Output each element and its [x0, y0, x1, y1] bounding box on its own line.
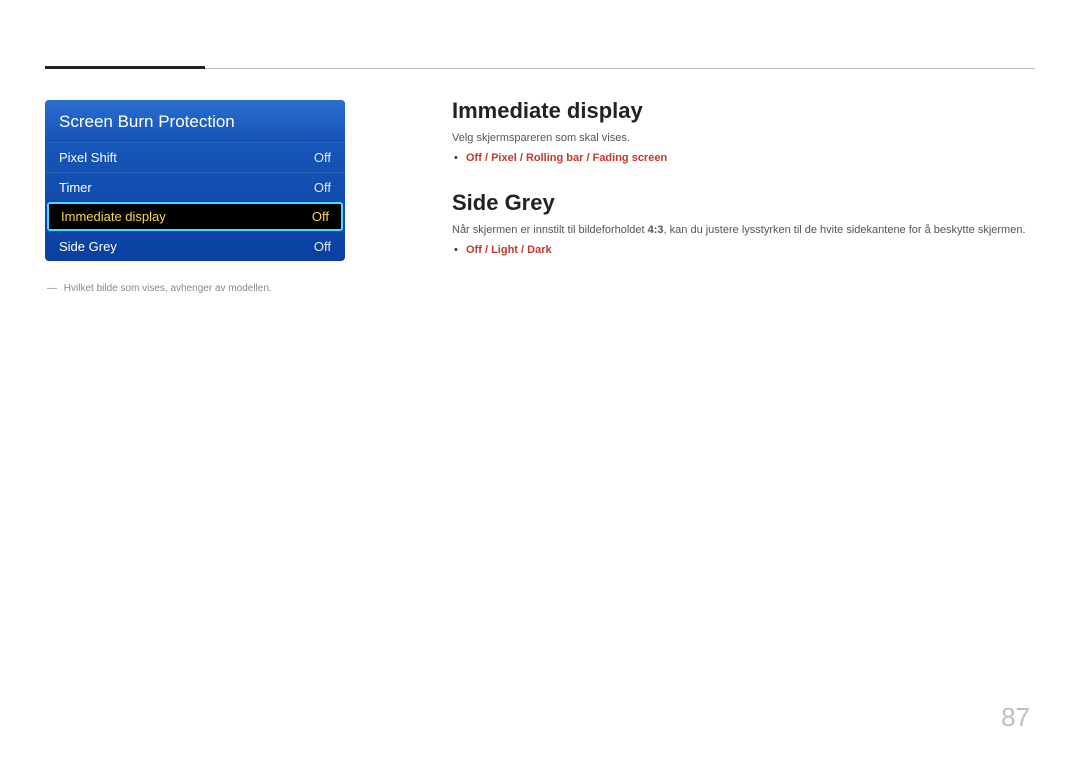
- menu-row-immediate-display[interactable]: Immediate display Off: [47, 202, 343, 231]
- desc-part: , kan du justere lysstyrken til de hvite…: [664, 224, 1026, 236]
- footnote-text: Hvilket bilde som vises, avhenger av mod…: [64, 283, 272, 294]
- menu-row-label: Pixel Shift: [59, 150, 117, 165]
- menu-row-pixel-shift[interactable]: Pixel Shift Off: [45, 142, 345, 172]
- menu-row-timer[interactable]: Timer Off: [45, 172, 345, 202]
- menu-row-value: Off: [314, 180, 331, 195]
- opt: Off: [466, 152, 482, 164]
- menu-row-value: Off: [312, 209, 329, 224]
- options-side-grey: Off / Light / Dark: [452, 242, 1030, 260]
- osd-menu: Screen Burn Protection Pixel Shift Off T…: [45, 100, 345, 261]
- opt: Off: [466, 244, 482, 256]
- options-immediate: Off / Pixel / Rolling bar / Fading scree…: [452, 150, 1030, 168]
- desc-side-grey: Når skjermen er innstilt til bildeforhol…: [452, 224, 1030, 236]
- menu-row-label: Immediate display: [61, 209, 166, 224]
- page-number: 87: [1001, 702, 1030, 733]
- opt: Rolling bar: [526, 152, 583, 164]
- content-column: Immediate display Velg skjermspareren so…: [452, 98, 1030, 281]
- opt: Light: [491, 244, 518, 256]
- menu-row-label: Side Grey: [59, 239, 117, 254]
- desc-part: Når skjermen er innstilt til bildeforhol…: [452, 224, 648, 236]
- osd-menu-title: Screen Burn Protection: [45, 100, 345, 142]
- menu-row-side-grey[interactable]: Side Grey Off: [45, 231, 345, 261]
- footnote-dash: ―: [47, 283, 57, 294]
- section-underline: [45, 66, 205, 69]
- menu-row-label: Timer: [59, 180, 92, 195]
- heading-immediate-display: Immediate display: [452, 98, 1030, 124]
- opt: Fading screen: [593, 152, 668, 164]
- opt: Dark: [527, 244, 551, 256]
- menu-row-value: Off: [314, 239, 331, 254]
- footnote: ― Hvilket bilde som vises, avhenger av m…: [47, 283, 272, 294]
- desc-immediate: Velg skjermspareren som skal vises.: [452, 132, 1030, 144]
- menu-row-value: Off: [314, 150, 331, 165]
- opt: Pixel: [491, 152, 517, 164]
- heading-side-grey: Side Grey: [452, 190, 1030, 216]
- desc-bold: 4:3: [648, 224, 664, 236]
